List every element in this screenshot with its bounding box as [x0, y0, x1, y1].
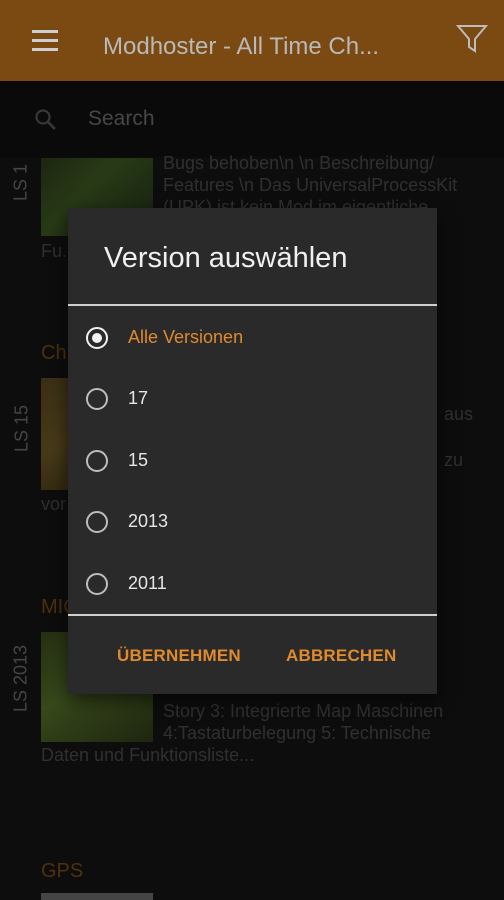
version-option-2011[interactable]: 2011: [68, 554, 437, 614]
radio-unchecked-icon[interactable]: [86, 511, 108, 533]
divider: [68, 614, 437, 616]
version-option-15[interactable]: 15: [68, 431, 437, 491]
option-label: Alle Versionen: [128, 327, 244, 347]
apply-button[interactable]: ÜBERNEHMEN: [117, 646, 241, 666]
version-option-17[interactable]: 17: [68, 369, 437, 429]
app-bar: Modhoster - All Time Ch...: [0, 0, 504, 81]
radio-unchecked-icon[interactable]: [86, 388, 108, 410]
menu-icon[interactable]: [32, 30, 58, 52]
dialog-title: Version auswählen: [104, 242, 348, 274]
version-option-2013[interactable]: 2013: [68, 492, 437, 552]
app-title: Modhoster - All Time Ch...: [103, 33, 380, 60]
version-option-all[interactable]: Alle Versionen: [68, 308, 437, 368]
radio-unchecked-icon[interactable]: [86, 450, 108, 472]
radio-unchecked-icon[interactable]: [86, 573, 108, 595]
radio-checked-icon[interactable]: [86, 327, 108, 349]
filter-icon[interactable]: [455, 24, 489, 59]
cancel-button[interactable]: ABBRECHEN: [286, 646, 396, 666]
version-dialog: Version auswählen Alle Versionen 17 15 2…: [68, 208, 437, 694]
option-label: 17: [128, 388, 149, 408]
option-label: 2013: [128, 511, 169, 531]
divider: [68, 304, 437, 306]
option-label: 2011: [128, 573, 167, 593]
option-label: 15: [128, 450, 149, 470]
